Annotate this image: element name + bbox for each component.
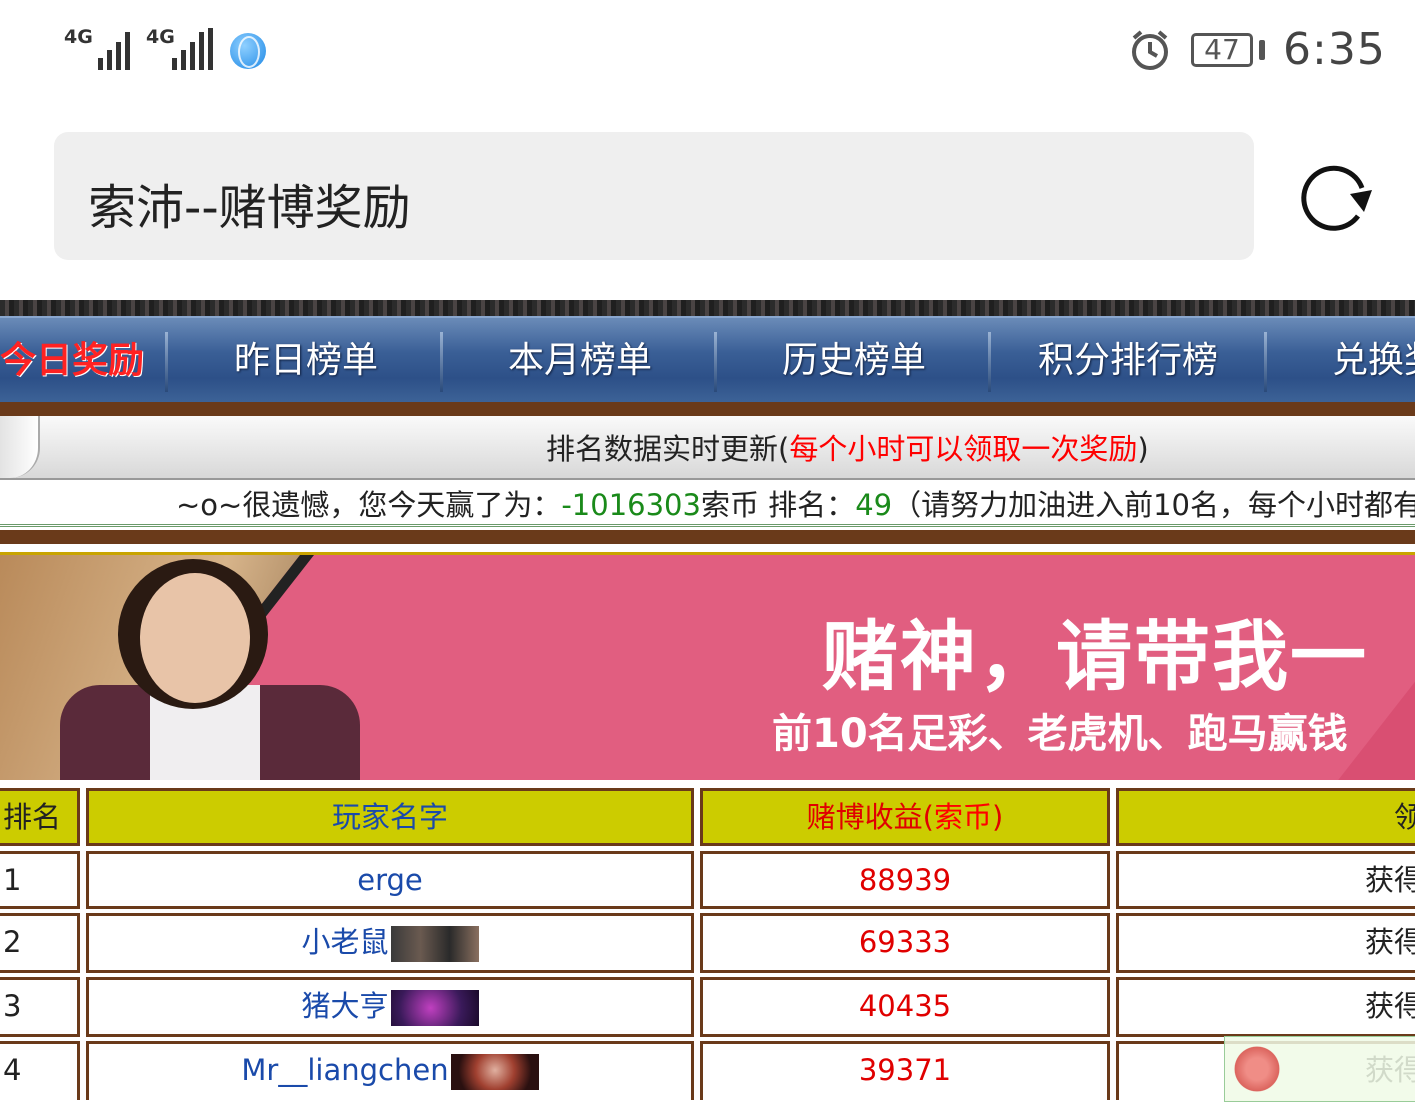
status-time: 6:35 <box>1283 24 1386 75</box>
alarm-icon <box>1132 30 1168 70</box>
player-name-cell: 小老鼠 <box>86 913 694 973</box>
header-rank: 排名 <box>0 788 80 846</box>
my-rank: 49 <box>855 488 893 522</box>
banner-headline: 赌神，请带我一 <box>822 612 1368 701</box>
player-avatar <box>450 1054 539 1090</box>
tab-today-reward[interactable]: 今日奖励 <box>0 318 144 404</box>
gain-cell: 69333 <box>700 913 1110 973</box>
battery-tip <box>1259 40 1265 60</box>
ranking-table: 排名 玩家名字 赌博收益(索币) 领 1 erge 88939 获得 2 小老鼠… <box>0 780 1415 1100</box>
tab-points-ranking[interactable]: 积分排行榜 <box>1038 318 1218 404</box>
tab-month-ranking[interactable]: 本月榜单 <box>508 318 652 404</box>
nav-divider <box>165 332 168 392</box>
banner-subline: 前10名足彩、老虎机、跑马赢钱 <box>772 711 1348 757</box>
today-winnings: -1016303 <box>561 488 701 522</box>
battery-level: 47 <box>1204 33 1240 66</box>
nav-divider <box>440 332 443 392</box>
rank-cell: 2 <box>0 913 80 973</box>
banner-person-image <box>140 573 250 703</box>
browser-globe-icon <box>230 33 266 69</box>
signal-icon: 4G <box>64 28 134 70</box>
tab-history-ranking[interactable]: 历史榜单 <box>782 318 926 404</box>
nav-divider <box>714 332 717 392</box>
gain-cell: 40435 <box>700 977 1110 1037</box>
info-bar: 排名数据实时更新(每个小时可以领取一次奖励) <box>0 416 1415 480</box>
rank-cell: 1 <box>0 851 80 909</box>
page-curl-decoration <box>0 416 40 478</box>
player-avatar <box>390 926 479 962</box>
player-name-cell: erge <box>86 851 694 909</box>
address-bar[interactable]: 索沛--赌博奖励 <box>54 132 1254 260</box>
web-content: 今日奖励 昨日榜单 本月榜单 历史榜单 积分排行榜 兑换奖 排名数据实时更新(每… <box>0 300 1415 1100</box>
signal-icon: 4G <box>146 28 216 70</box>
player-link[interactable]: erge <box>357 863 423 897</box>
claim-cell: 获得 <box>1116 913 1415 973</box>
rank-cell: 4 <box>0 1041 80 1100</box>
gain-cell: 39371 <box>700 1041 1110 1100</box>
player-name-cell: 猪大亨 <box>86 977 694 1037</box>
update-notice: 排名数据实时更新(每个小时可以领取一次奖励) <box>546 432 1149 466</box>
header-gain: 赌博收益(索币) <box>700 788 1110 846</box>
player-link[interactable]: 猪大亨 <box>301 989 388 1023</box>
watermark-logo <box>1224 1036 1415 1102</box>
divider-bar <box>0 402 1415 416</box>
tab-yesterday-ranking[interactable]: 昨日榜单 <box>234 318 378 404</box>
result-marquee: ~o~很遗憾，您今天赢了为：-1016303索币 排名：49（请努力加油进入前1… <box>0 480 1415 527</box>
player-link[interactable]: Mr__liangchen <box>241 1053 448 1087</box>
claim-cell: 获得 <box>1116 977 1415 1037</box>
header-player-name: 玩家名字 <box>86 788 694 846</box>
gain-cell: 88939 <box>700 851 1110 909</box>
reload-icon[interactable] <box>1292 154 1378 240</box>
player-avatar <box>390 990 479 1026</box>
divider-bar <box>0 530 1415 544</box>
player-name-cell: Mr__liangchen <box>86 1041 694 1100</box>
hourly-reward-note: 每个小时可以领取一次奖励 <box>789 432 1138 466</box>
status-bar: 4G 4G 47 6:35 <box>0 0 1415 105</box>
battery-icon: 47 <box>1191 33 1253 67</box>
nav-divider <box>1264 332 1267 392</box>
claim-cell: 获得 <box>1116 851 1415 909</box>
tab-exchange[interactable]: 兑换奖 <box>1332 318 1415 404</box>
promo-banner[interactable]: 赌神，请带我一 前10名足彩、老虎机、跑马赢钱 <box>0 552 1415 784</box>
rank-cell: 3 <box>0 977 80 1037</box>
nav-divider <box>988 332 991 392</box>
player-link[interactable]: 小老鼠 <box>301 925 388 959</box>
page-title[interactable]: 索沛--赌博奖励 <box>88 168 411 238</box>
nav-bar: 今日奖励 昨日榜单 本月榜单 历史榜单 积分排行榜 兑换奖 <box>0 316 1415 404</box>
header-claim: 领 <box>1116 788 1415 846</box>
